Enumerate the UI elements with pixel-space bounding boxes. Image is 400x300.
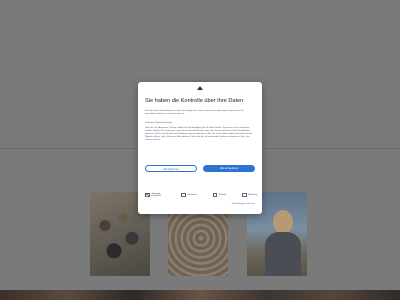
bottom-image-strip <box>0 290 400 300</box>
dialog-title: Sie haben die Kontrolle über Ihre Daten <box>145 98 244 104</box>
toggle-label-functional: Funktional <box>187 193 197 196</box>
reject-all-button[interactable]: Alle ablehnen <box>145 165 197 172</box>
purpose-list: Funktional, Statistik, Marketing <box>145 122 173 124</box>
dialog-intro: Wir und unsere Geschäftspartner nutzen T… <box>145 110 244 115</box>
toggle-statistics[interactable]: Statistik <box>212 192 226 198</box>
dialog-body: Wenn Sie auf „Akzeptieren“ klicken, erte… <box>145 127 255 142</box>
accept-all-button[interactable]: Alle akzeptieren <box>203 165 255 172</box>
save-settings-link[interactable]: Einstellungen speichern <box>232 203 255 205</box>
toggle-required[interactable]: Unbedingt erforderlich <box>145 193 165 198</box>
site-logo-icon <box>195 86 205 90</box>
cookie-consent-dialog: Sie haben die Kontrolle über Ihre Daten … <box>138 82 262 214</box>
consent-toggles: Unbedingt erforderlich Funktional Statis… <box>145 191 257 199</box>
toggle-label-required: Unbedingt erforderlich <box>151 192 162 197</box>
checkbox-marketing[interactable] <box>242 192 247 198</box>
dialog-body-text: Wenn Sie auf „Akzeptieren“ klicken, erte… <box>145 127 253 138</box>
checkbox-functional[interactable] <box>181 192 186 198</box>
toggle-label-marketing: Marketing <box>248 193 257 196</box>
portrait-body <box>265 232 301 276</box>
toggle-label-statistics: Statistik <box>218 193 226 196</box>
toggle-marketing[interactable]: Marketing <box>242 192 257 198</box>
checkbox-required[interactable] <box>145 192 150 198</box>
toggle-functional[interactable]: Funktional <box>181 192 197 198</box>
portrait-head <box>273 210 293 234</box>
checkbox-statistics[interactable] <box>212 192 218 198</box>
